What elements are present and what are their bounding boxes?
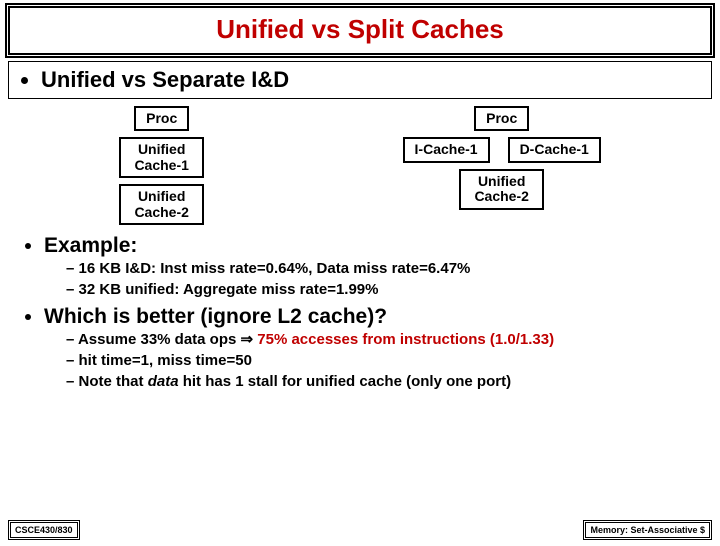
- split-cache2-box: Unified Cache-2: [459, 169, 544, 210]
- icache-box: I-Cache-1: [403, 137, 490, 162]
- unified-proc-box: Proc: [134, 106, 189, 131]
- content-area: Example: 16 KB I&D: Inst miss rate=0.64%…: [0, 234, 720, 392]
- which-label: Which is better (ignore L2 cache)?: [44, 305, 387, 328]
- diagram-area: Proc Unified Cache-1 Unified Cache-2 Pro…: [0, 103, 720, 228]
- which3-post: hit has 1 stall for unified cache (only …: [179, 373, 512, 390]
- implies-icon: ⇒: [241, 331, 254, 348]
- which3-italic: data: [148, 373, 179, 390]
- which3-pre: Note that: [79, 373, 148, 390]
- example-item-1: 16 KB I&D: Inst miss rate=0.64%, Data mi…: [66, 260, 702, 279]
- which-item-3: Note that data hit has 1 stall for unifi…: [66, 373, 702, 392]
- diagram-split: Proc I-Cache-1 D-Cache-1 Unified Cache-2: [403, 103, 601, 213]
- which1-pre: Assume 33% data ops: [78, 331, 241, 348]
- which-item-1: Assume 33% data ops ⇒ 75% accesses from …: [66, 331, 702, 350]
- bullet-unified-separate: Unified vs Separate I&D: [41, 67, 705, 93]
- example-heading: Example: 16 KB I&D: Inst miss rate=0.64%…: [44, 234, 702, 300]
- dcache-box: D-Cache-1: [508, 137, 601, 162]
- heading-row: Unified vs Separate I&D: [8, 61, 712, 99]
- which-item-2: hit time=1, miss time=50: [66, 352, 702, 371]
- footer-left: CSCE430/830: [10, 522, 78, 538]
- which-heading: Which is better (ignore L2 cache)? Assum…: [44, 305, 702, 391]
- split-proc-box: Proc: [474, 106, 529, 131]
- diagram-unified: Proc Unified Cache-1 Unified Cache-2: [119, 103, 204, 228]
- example-label: Example:: [44, 234, 137, 257]
- slide-title: Unified vs Split Caches: [8, 6, 712, 55]
- example-item-2: 32 KB unified: Aggregate miss rate=1.99%: [66, 281, 702, 300]
- unified-cache1-box: Unified Cache-1: [119, 137, 204, 178]
- unified-cache2-box: Unified Cache-2: [119, 184, 204, 225]
- footer-right: Memory: Set-Associative $: [585, 522, 710, 538]
- which1-post: 75% accesses from instructions (1.0/1.33…: [253, 331, 554, 348]
